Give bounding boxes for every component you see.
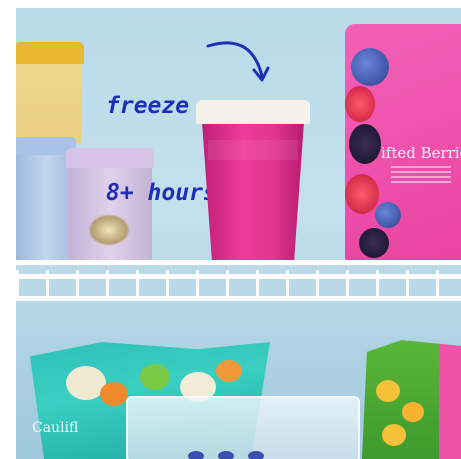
mango-chunk [376,380,400,402]
blueberry [188,451,204,459]
bag-fine-print [391,166,451,186]
carrot [216,360,242,382]
blackberry [349,124,381,164]
wire-shelf [16,258,461,302]
raspberry [345,86,375,122]
pea [140,364,170,390]
vegetable-bag-label: Caulifl [32,420,79,436]
frozen-fruit-bag [362,340,461,459]
clear-container [126,396,360,459]
mango-chunk [382,424,406,446]
pink-package-edge [439,340,461,459]
cup-rim [196,100,310,124]
frozen-berries-bag: ifted Berrie [345,24,461,262]
tub-lid [16,42,84,64]
blueberry [218,451,234,459]
ice-cream-tub-yellow [16,42,84,144]
blueberry [248,451,264,459]
carrot [100,382,128,406]
blueberry [351,48,389,86]
shelf-rail [16,260,461,265]
blackberry [359,228,389,258]
freezer-photo: freeze 8+ hours ifted Berrie Caulifl [16,8,461,459]
mango-chunk [402,402,424,422]
pink-smoothie-cup [196,100,310,265]
shelf-rail [16,296,461,301]
bag-label: ifted Berrie [381,144,461,162]
cup-band [208,140,298,160]
blueberry [375,202,401,228]
curved-arrow-icon [206,41,270,82]
raspberry [345,174,379,214]
